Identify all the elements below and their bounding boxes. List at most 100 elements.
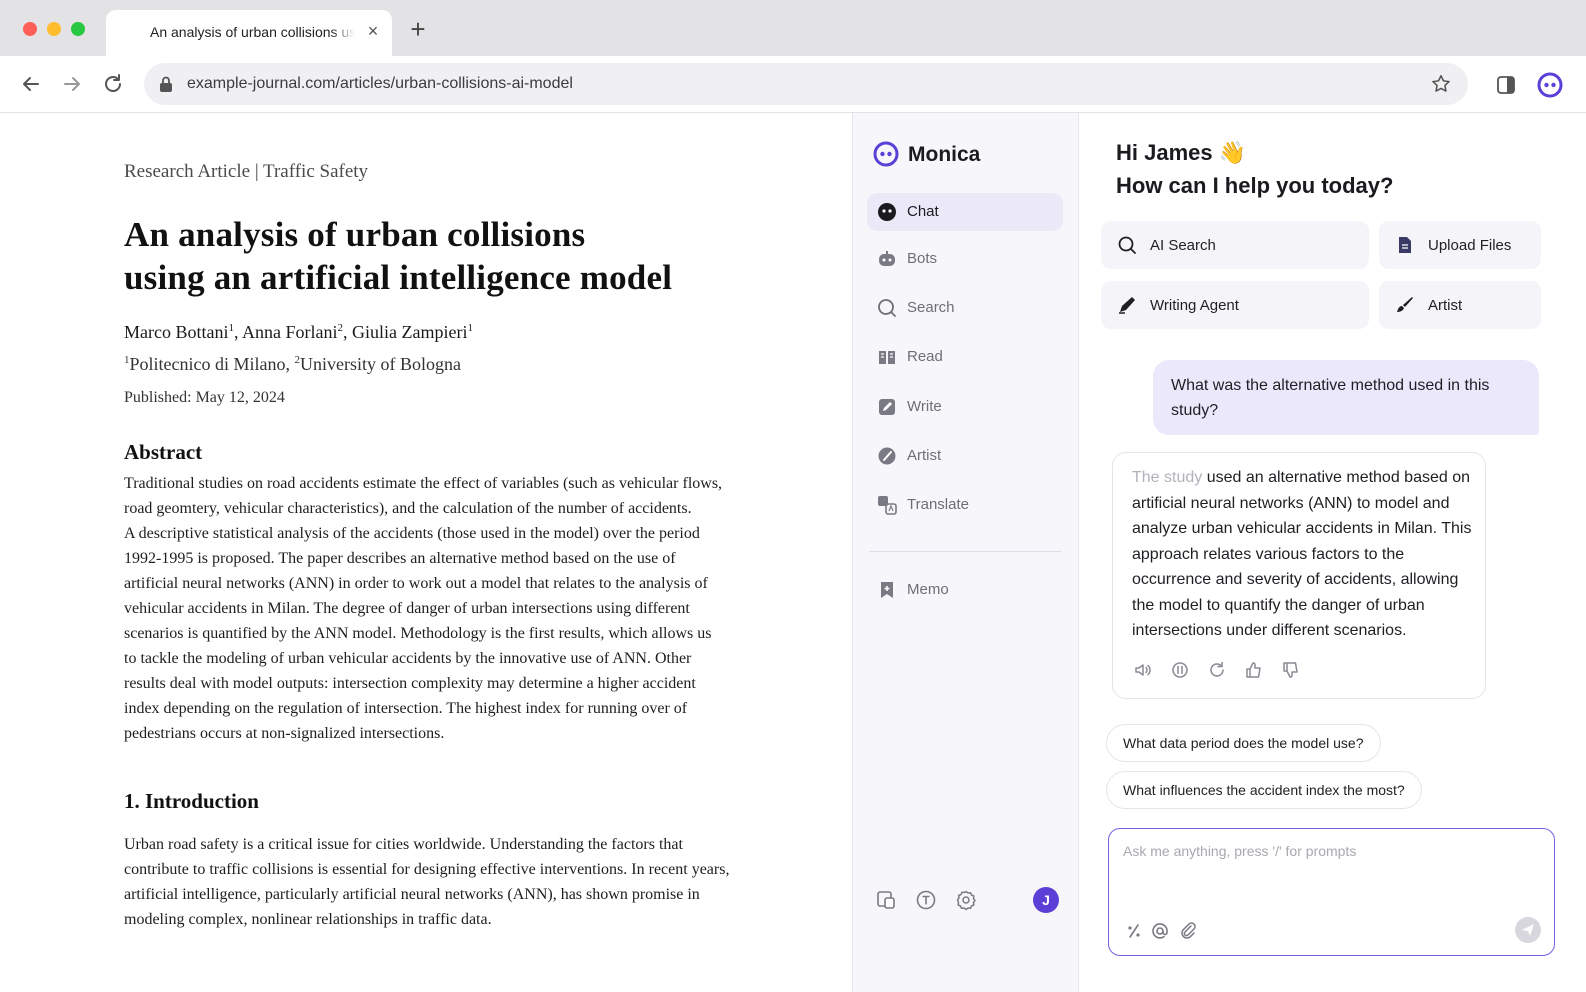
copy-icon[interactable] xyxy=(1170,660,1190,680)
attachment-icon[interactable] xyxy=(1179,922,1197,940)
search-icon xyxy=(877,298,897,318)
intro-line: contribute to traffic collisions is esse… xyxy=(124,861,730,878)
abstract-line: vehicular accidents in Milan. The degree… xyxy=(124,600,690,617)
user-avatar[interactable]: J xyxy=(1033,887,1059,913)
suggestion-chip[interactable]: What influences the accident index the m… xyxy=(1106,771,1422,809)
upload-files-button[interactable]: Upload Files xyxy=(1379,221,1541,269)
quick-action-label: Writing Agent xyxy=(1150,297,1239,314)
bookmark-star-icon[interactable] xyxy=(1430,73,1452,95)
ai-search-button[interactable]: AI Search xyxy=(1101,221,1369,269)
abstract-paragraph: Traditional studies on road accidents es… xyxy=(124,471,774,746)
abstract-line: 1992-1995 is proposed. The paper describ… xyxy=(124,550,676,567)
introduction-paragraph: Urban road safety is a critical issue fo… xyxy=(124,832,774,932)
abstract-line: results deal with model outputs: interse… xyxy=(124,675,696,692)
tab-close-icon[interactable]: × xyxy=(364,20,382,42)
sidebar-toggle-icon[interactable] xyxy=(1496,75,1516,95)
monica-extension-icon[interactable] xyxy=(1537,72,1563,98)
intro-line: Urban road safety is a critical issue fo… xyxy=(124,836,683,853)
nav-item-label: Write xyxy=(907,398,942,415)
thumbs-up-icon[interactable] xyxy=(1244,660,1264,680)
nav-item-label: Artist xyxy=(907,447,942,464)
nav-item-bots[interactable]: Bots xyxy=(867,240,1063,278)
pen-icon xyxy=(1117,295,1137,315)
greeting-subtitle: How can I help you today? xyxy=(1116,173,1394,198)
published-date: Published: May 12, 2024 xyxy=(124,389,285,406)
ai-message-card: The study used an alternative method bas… xyxy=(1112,452,1486,699)
window-close-button[interactable] xyxy=(23,22,37,36)
text-tool-icon[interactable] xyxy=(915,889,937,911)
ai-message-body: used an alternative method based on arti… xyxy=(1132,469,1472,639)
brush-icon xyxy=(1395,295,1415,315)
author-name[interactable]: Giulia Zampieri xyxy=(352,322,467,342)
abstract-line: pedestrians occurs at non-signalized int… xyxy=(124,725,445,742)
writing-agent-button[interactable]: Writing Agent xyxy=(1101,281,1369,329)
regenerate-icon[interactable] xyxy=(1207,660,1227,680)
url-text[interactable]: example-journal.com/articles/urban-colli… xyxy=(187,75,573,93)
nav-item-artist[interactable]: Artist xyxy=(867,437,1063,475)
memo-icon xyxy=(877,580,897,600)
author-name[interactable]: Anna Forlani xyxy=(242,322,337,342)
monica-logo-icon xyxy=(873,141,899,167)
abstract-line: Traditional studies on road accidents es… xyxy=(124,475,723,492)
author-affiliation-mark: 1 xyxy=(467,322,473,334)
forward-icon[interactable] xyxy=(59,71,85,97)
author-separator: , xyxy=(233,322,242,342)
tab-title: An analysis of urban collisions using an… xyxy=(150,24,355,40)
author-name[interactable]: Marco Bottani xyxy=(124,322,228,342)
introduction-heading: 1. Introduction xyxy=(124,789,259,813)
author-separator: , xyxy=(342,322,352,342)
affiliation-list: 1Politecnico di Milano, 2University of B… xyxy=(124,354,461,375)
send-button[interactable] xyxy=(1515,917,1541,943)
abstract-line: scenarios is quantified by the ANN model… xyxy=(124,625,712,642)
nav-item-translate[interactable]: Translate xyxy=(867,486,1063,524)
suggestion-chip[interactable]: What data period does the model use? xyxy=(1106,724,1381,762)
prompt-shortcut-icon[interactable] xyxy=(1125,922,1143,940)
file-icon xyxy=(1395,235,1415,255)
nav-item-chat[interactable]: Chat xyxy=(867,193,1063,231)
browser-toolbar: example-journal.com/articles/urban-colli… xyxy=(0,56,1586,113)
article-kicker: Research Article | Traffic Safety xyxy=(124,161,369,182)
artist-button[interactable]: Artist xyxy=(1379,281,1541,329)
article-title-line: using an artificial intelligence model xyxy=(124,258,673,297)
nav-item-label: Bots xyxy=(907,250,938,267)
write-icon xyxy=(877,397,897,417)
quick-action-label: Upload Files xyxy=(1428,237,1512,254)
greeting-name: Hi James xyxy=(1116,140,1213,165)
address-bar[interactable]: example-journal.com/articles/urban-colli… xyxy=(144,63,1468,105)
nav-item-search[interactable]: Search xyxy=(867,289,1063,327)
monica-chat-panel: Hi James 👋 How can I help you today? AI … xyxy=(1079,113,1586,992)
ai-message-faded-lead: The study xyxy=(1132,469,1203,486)
window-minimize-button[interactable] xyxy=(47,22,61,36)
abstract-line: index depending on the regulation of int… xyxy=(124,700,688,717)
abstract-line: artificial neural networks (ANN) in orde… xyxy=(124,575,708,592)
nav-item-read[interactable]: Read xyxy=(867,338,1063,376)
devices-icon[interactable] xyxy=(875,889,897,911)
article-title: An analysis of urban collisions using an… xyxy=(124,213,764,299)
nav-item-write[interactable]: Write xyxy=(867,388,1063,426)
back-icon[interactable] xyxy=(18,71,44,97)
wave-emoji-icon: 👋 xyxy=(1218,140,1247,165)
settings-gear-icon[interactable] xyxy=(955,889,977,911)
new-tab-button[interactable]: + xyxy=(406,16,430,42)
window-zoom-button[interactable] xyxy=(71,22,85,36)
read-icon xyxy=(877,347,897,367)
search-icon xyxy=(1117,235,1137,255)
abstract-line: A descriptive statistical analysis of th… xyxy=(124,525,700,542)
nav-divider xyxy=(869,551,1061,552)
reload-icon[interactable] xyxy=(100,71,126,97)
monica-sidebar-nav: Monica Chat Bots Search Read Write Artis xyxy=(852,113,1079,992)
mention-at-icon[interactable] xyxy=(1151,922,1169,940)
thumbs-down-icon[interactable] xyxy=(1281,660,1301,680)
browser-tab-active[interactable]: An analysis of urban collisions using an… xyxy=(106,10,392,56)
greeting-title: Hi James 👋 xyxy=(1116,140,1246,166)
nav-item-memo[interactable]: Memo xyxy=(867,571,1063,609)
chat-icon xyxy=(877,202,897,222)
monica-brand-name: Monica xyxy=(908,143,981,166)
quick-action-label: Artist xyxy=(1428,297,1463,314)
quick-action-label: AI Search xyxy=(1150,237,1216,254)
speaker-icon[interactable] xyxy=(1133,660,1153,680)
chat-input[interactable] xyxy=(1123,843,1533,903)
chat-composer xyxy=(1108,828,1555,956)
abstract-heading: Abstract xyxy=(124,440,203,464)
affiliation-name: University of Bologna xyxy=(299,354,461,374)
